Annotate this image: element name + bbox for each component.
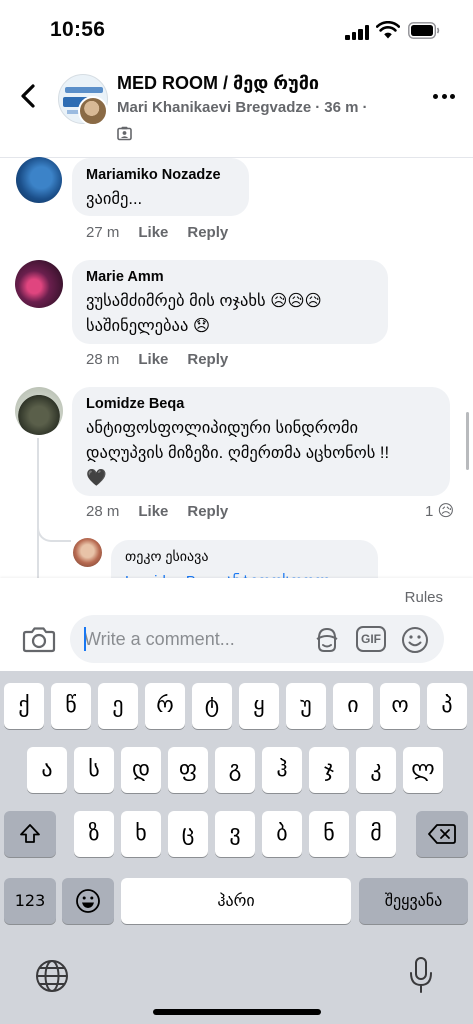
text-caret (84, 627, 86, 651)
backspace-key[interactable] (416, 811, 468, 857)
commenter-name[interactable]: თეკო ესიავა (125, 548, 364, 565)
key-letter[interactable]: ბ (262, 811, 302, 857)
key-letter[interactable]: გ (215, 747, 255, 793)
comment-time: 28 m (86, 503, 120, 520)
wifi-icon (376, 21, 400, 39)
post-age: 36 m (324, 99, 359, 116)
comment-composer: Rules GIF (0, 578, 473, 671)
battery-icon (408, 22, 440, 39)
group-title[interactable]: MED ROOM / მედ რუმი (117, 73, 319, 94)
meta-separator-2: · (362, 99, 368, 116)
microphone-icon[interactable] (408, 955, 434, 995)
more-options-icon[interactable] (430, 92, 458, 102)
key-letter[interactable]: ხ (121, 811, 161, 857)
home-indicator[interactable] (153, 1009, 321, 1015)
key-letter[interactable]: ვ (215, 811, 255, 857)
key-letter[interactable]: ლ (403, 747, 443, 793)
status-time: 10:56 (50, 18, 106, 41)
key-letter[interactable]: ტ (192, 683, 232, 729)
key-letter[interactable]: ი (333, 683, 373, 729)
globe-icon[interactable] (34, 958, 70, 994)
key-letter[interactable]: პ (427, 683, 467, 729)
post-author-name[interactable]: Mari Khanikaevi Bregvadze (117, 99, 311, 116)
key-letter[interactable]: ჰ (262, 747, 302, 793)
comment-bubble[interactable]: Mariamiko Nozadze ვაიმე... (72, 158, 249, 216)
gif-button[interactable]: GIF (356, 626, 386, 652)
key-letter[interactable]: მ (356, 811, 396, 857)
camera-icon[interactable] (22, 625, 56, 653)
reaction-count: 1 (425, 503, 434, 520)
sad-reaction-icon: 😥 (437, 503, 455, 520)
emoji-keyboard-icon (76, 889, 100, 913)
key-letter[interactable]: ზ (74, 811, 114, 857)
comment-input-container[interactable]: GIF (70, 615, 444, 663)
reaction-summary[interactable]: 1 😥 (425, 501, 454, 521)
comment-time: 28 m (86, 351, 120, 368)
key-letter[interactable]: ყ (239, 683, 279, 729)
comment-actions: 27 m Like Reply (86, 224, 228, 241)
backspace-icon (428, 824, 456, 844)
commenter-name[interactable]: Mariamiko Nozadze (86, 167, 235, 183)
georgian-keyboard: ქ წ ე რ ტ ყ უ ი ო პ ა ს დ ფ გ ჰ ჯ კ ლ ზ … (0, 671, 473, 1024)
key-letter[interactable]: კ (356, 747, 396, 793)
commenter-name[interactable]: Marie Amm (86, 269, 374, 285)
rules-link[interactable]: Rules (405, 589, 443, 606)
key-letter[interactable]: უ (286, 683, 326, 729)
numbers-key[interactable]: 123 (4, 878, 56, 924)
key-letter[interactable]: ს (74, 747, 114, 793)
comment-text: ვაიმე... (86, 190, 143, 208)
key-letter[interactable]: ო (380, 683, 420, 729)
back-arrow-icon[interactable] (14, 78, 44, 114)
commenter-avatar[interactable] (73, 538, 102, 567)
shift-key[interactable] (4, 811, 56, 857)
reply-thread-connector (37, 500, 71, 542)
emoji-icon[interactable] (400, 625, 430, 655)
key-letter[interactable]: ც (168, 811, 208, 857)
shift-icon (20, 824, 40, 843)
reply-button[interactable]: Reply (187, 224, 228, 241)
comment-text: ანტიფოსფოლიპიდური სინდრომი დაღუპვის მიზე… (86, 419, 390, 487)
post-header: MED ROOM / მედ რუმი Mari Khanikaevi Breg… (0, 56, 473, 158)
commenter-avatar[interactable] (15, 387, 63, 435)
avatar-sticker-icon[interactable] (312, 625, 342, 655)
comment-actions: 28 m Like Reply (86, 503, 228, 520)
emoji-keyboard-key[interactable] (62, 878, 114, 924)
commenter-name[interactable]: Lomidze Beqa (86, 396, 436, 412)
comment-actions: 28 m Like Reply (86, 351, 228, 368)
reply-button[interactable]: Reply (187, 503, 228, 520)
commenter-avatar[interactable] (15, 260, 63, 308)
like-button[interactable]: Like (138, 351, 168, 368)
author-avatar[interactable] (78, 96, 108, 126)
commenter-avatar[interactable] (16, 157, 62, 203)
like-button[interactable]: Like (138, 503, 168, 520)
space-key[interactable]: ჰარი (121, 878, 351, 924)
cellular-signal-icon (345, 24, 371, 40)
like-button[interactable]: Like (138, 224, 168, 241)
key-letter[interactable]: ე (98, 683, 138, 729)
comment-input[interactable] (84, 627, 304, 651)
key-letter[interactable]: რ (145, 683, 185, 729)
meta-separator: · (315, 99, 321, 116)
comment-time: 27 m (86, 224, 120, 241)
key-letter[interactable]: ჯ (309, 747, 349, 793)
reply-button[interactable]: Reply (187, 351, 228, 368)
post-meta: Mari Khanikaevi Bregvadze · 36 m · (117, 99, 371, 116)
return-key[interactable]: შეყვანა (359, 878, 468, 924)
key-letter[interactable]: დ (121, 747, 161, 793)
comment-bubble[interactable]: Lomidze Beqa ანტიფოსფოლიპიდური სინდრომი … (72, 387, 450, 496)
status-bar: 10:56 (0, 0, 473, 56)
comment-bubble[interactable]: Marie Amm ვუსამძიმრებ მის ოჯახს 😥😥😥 საში… (72, 260, 388, 344)
comment-text: ვუსამძიმრებ მის ოჯახს 😥😥😥 საშინელებაა 😞 (86, 292, 322, 335)
key-letter[interactable]: ა (27, 747, 67, 793)
key-letter[interactable]: ნ (309, 811, 349, 857)
key-letter[interactable]: წ (51, 683, 91, 729)
members-privacy-icon (117, 126, 132, 141)
scroll-indicator[interactable] (466, 412, 469, 470)
key-letter[interactable]: ფ (168, 747, 208, 793)
key-letter[interactable]: ქ (4, 683, 44, 729)
